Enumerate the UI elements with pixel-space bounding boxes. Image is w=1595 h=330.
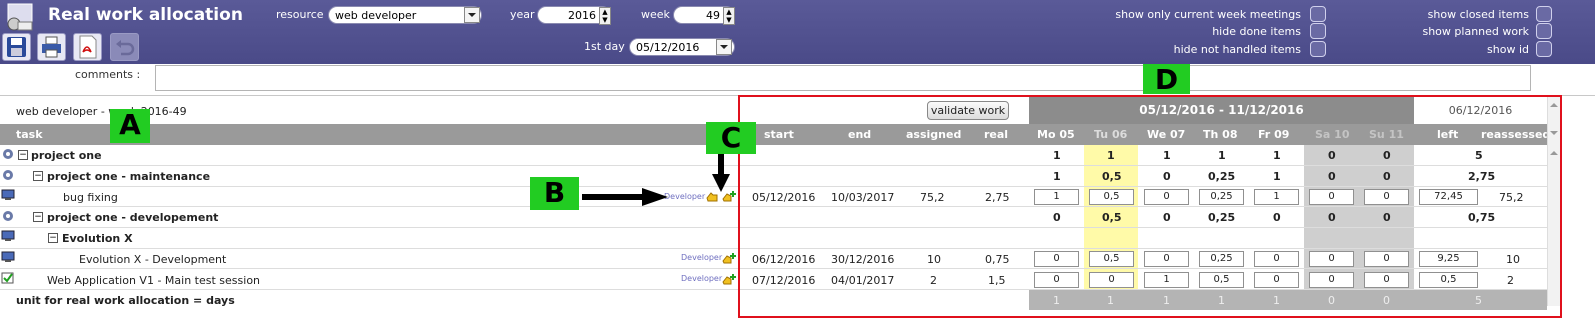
year-spinner[interactable]: ▲ ▼ [599, 7, 611, 25]
unit-label: unit for real work allocation = days [16, 294, 235, 307]
collapse-toggle[interactable]: − [33, 171, 43, 181]
resource-label: resource [276, 8, 324, 21]
test-session-icon [1, 272, 14, 284]
row-web-app-name: Web Application V1 - Main test session [47, 274, 261, 287]
row-bug-fixing-name: bug fixing [63, 191, 118, 204]
chevron-down-icon [468, 13, 476, 17]
row-project-one-name: project one [31, 149, 102, 162]
annotation-label-c: C [706, 122, 756, 154]
page-title: Real work allocation [48, 5, 243, 25]
week-label: week [641, 8, 670, 21]
year-label: year [510, 8, 535, 21]
show-id-label: show id [1487, 43, 1529, 56]
project-gear-icon [3, 170, 13, 180]
save-button[interactable] [2, 33, 31, 61]
resource-value: web developer [335, 9, 417, 22]
week-spinner[interactable]: ▲ ▼ [723, 7, 735, 25]
row-evolution-dev-resource-tag: Developer [681, 253, 723, 262]
project-gear-icon [3, 149, 13, 159]
save-icon [7, 37, 26, 57]
task-column-header: task [16, 128, 43, 141]
row-developement-name: project one - developement [47, 211, 219, 224]
annotation-arrow-right-icon [582, 188, 668, 206]
week-value: 49 [706, 9, 720, 22]
row-maintenance-name: project one - maintenance [47, 170, 211, 183]
hide-done-toggle[interactable] [1310, 23, 1326, 39]
annotation-arrow-down-icon [712, 154, 730, 192]
annotation-frame-d [738, 95, 1562, 318]
activity-computer-icon [1, 251, 15, 262]
closed-items-toggle[interactable] [1536, 6, 1552, 22]
collapse-toggle[interactable]: − [18, 150, 28, 160]
current-week-meetings-label: show only current week meetings [1115, 8, 1301, 21]
show-id-toggle[interactable] [1536, 41, 1552, 57]
first-day-value: 05/12/2016 [636, 41, 700, 54]
annotation-label-a: A [110, 109, 150, 143]
annotation-label-b: B [530, 177, 579, 210]
collapse-toggle[interactable]: − [33, 212, 43, 222]
chevron-down-icon [720, 45, 728, 49]
panel-title: web developer - week 2016-49 [16, 105, 187, 118]
comments-label: comments : [75, 68, 141, 81]
first-day-label: 1st day [584, 40, 625, 53]
resource-select[interactable]: web developer [328, 6, 482, 24]
print-button[interactable] [37, 33, 66, 61]
project-gear-icon [3, 211, 13, 221]
printer-icon [42, 36, 61, 58]
current-week-meetings-toggle[interactable] [1310, 6, 1326, 22]
closed-items-label: show closed items [1427, 8, 1529, 21]
resource-dropdown-button[interactable] [464, 7, 480, 23]
undo-icon [116, 40, 135, 56]
toolbar: Real work allocation resource web develo… [0, 0, 1595, 64]
undo-button[interactable] [110, 33, 139, 61]
hide-not-handled-label: hide not handled items [1173, 43, 1301, 56]
comments-input[interactable] [155, 65, 1531, 91]
row-evolution-x-name: Evolution X [62, 232, 133, 245]
add-assignment-icon[interactable] [722, 273, 736, 285]
planned-work-label: show planned work [1422, 25, 1529, 38]
pdf-export-button[interactable] [73, 33, 102, 61]
row-web-app-resource-tag: Developer [681, 274, 723, 283]
hide-not-handled-toggle[interactable] [1310, 41, 1326, 57]
row-bug-fixing-resource-tag: Developer [664, 192, 706, 201]
hide-done-label: hide done items [1212, 25, 1301, 38]
planned-work-toggle[interactable] [1536, 23, 1552, 39]
pdf-icon [79, 35, 97, 59]
first-day-dropdown-button[interactable] [716, 39, 732, 55]
row-evolution-dev-name: Evolution X - Development [79, 253, 227, 266]
add-assignment-icon[interactable] [722, 252, 736, 264]
year-value: 2016 [568, 9, 596, 22]
activity-computer-icon [1, 230, 15, 241]
annotation-label-d: D [1143, 64, 1190, 96]
activity-computer-icon [1, 189, 15, 200]
collapse-toggle[interactable]: − [48, 233, 58, 243]
work-allocation-icon [7, 3, 33, 31]
